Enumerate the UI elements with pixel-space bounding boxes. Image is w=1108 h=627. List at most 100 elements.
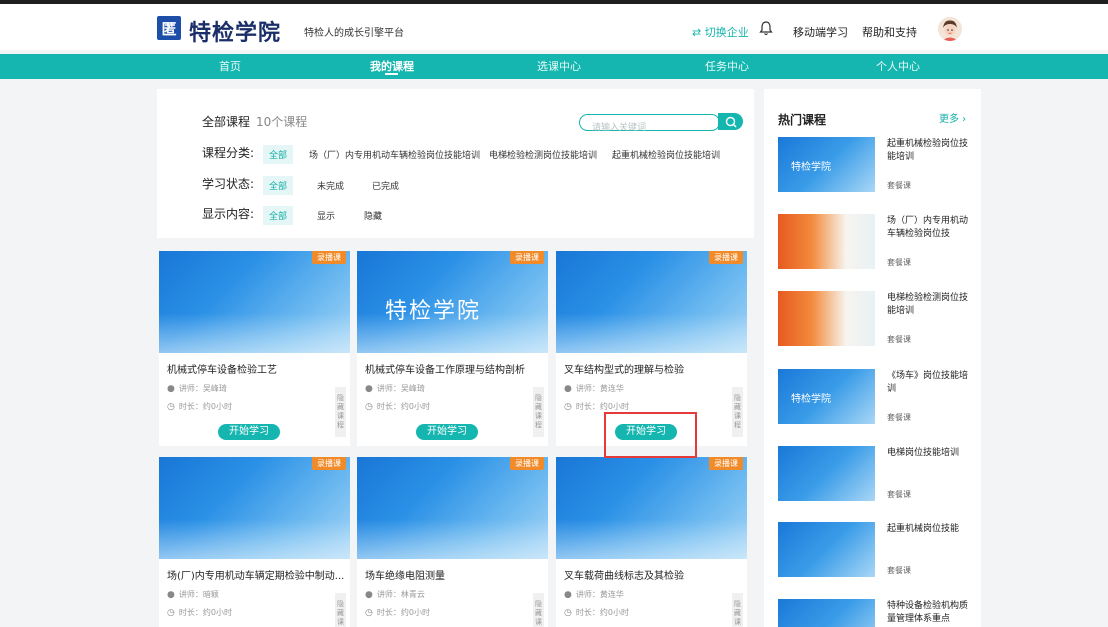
recorded-tag: 录播课 xyxy=(312,251,346,264)
course-card[interactable]: 特检学院 录播课 机械式停车设备工作原理与结构剖析 ● 讲师：吴峰琦 ◷ 时长：约0… xyxy=(357,251,548,446)
category-all[interactable]: 全部 xyxy=(263,145,294,164)
search-input[interactable] xyxy=(592,119,712,135)
lecturer: ● 讲师：吴峰琦 xyxy=(365,383,425,394)
hot-course-type: 套餐课 xyxy=(887,566,911,575)
display-hide[interactable]: 隐藏 xyxy=(364,209,382,222)
lecturer-text: 讲师：黄连华 xyxy=(575,384,624,393)
user-icon: ● xyxy=(365,589,373,600)
recorded-tag: 录播课 xyxy=(709,457,743,470)
course-title[interactable]: 场(厂)内专用机动车辆定期检验中制动... xyxy=(167,567,345,582)
duration-text: 时长：约0小时 xyxy=(575,402,629,411)
hot-course-thumbnail[interactable]: 特检学院 xyxy=(778,369,875,424)
hot-course-name[interactable]: 起重机械岗位技能 xyxy=(887,523,973,536)
start-learning-button[interactable]: 开始学习 xyxy=(218,424,280,440)
display-show[interactable]: 显示 xyxy=(317,209,335,222)
search-box xyxy=(579,114,720,135)
hot-course-thumbnail[interactable]: 特检学院 xyxy=(778,137,875,192)
course-title[interactable]: 场车绝缘电阻测量 xyxy=(365,567,543,582)
switch-enterprise-link[interactable]: ⇄ 切换企业 xyxy=(692,24,749,40)
course-title[interactable]: 叉车载荷曲线标志及其检验 xyxy=(564,567,742,582)
hot-course-thumbnail[interactable] xyxy=(778,522,875,577)
nav-my-courses[interactable]: 我的课程 xyxy=(370,54,414,79)
hot-course-type: 套餐课 xyxy=(887,258,911,267)
hot-course-name[interactable]: 起重机械检验岗位技能培训 xyxy=(887,138,973,164)
clock-icon: ◷ xyxy=(564,607,572,618)
hot-course-type: 套餐课 xyxy=(887,490,911,499)
clock-icon: ◷ xyxy=(365,607,373,618)
logo-icon: 匿 xyxy=(157,16,181,40)
mobile-learning-link[interactable]: 移动端学习 xyxy=(793,24,848,40)
duration-text: 时长：约0小时 xyxy=(376,608,430,617)
lecturer-text: 讲师：吴峰琦 xyxy=(376,384,425,393)
help-support-link[interactable]: 帮助和支持 xyxy=(862,24,917,40)
lecturer-text: 讲师：吴峰琦 xyxy=(178,384,227,393)
duration-text: 时长：约0小时 xyxy=(178,402,232,411)
duration-text: 时长：约0小时 xyxy=(575,608,629,617)
hot-course-thumbnail[interactable] xyxy=(778,214,875,269)
course-title[interactable]: 机械式停车设备检验工艺 xyxy=(167,361,345,376)
search-icon xyxy=(725,116,736,127)
course-card[interactable]: 录播课 场车绝缘电阻测量 ●讲师：林青云 ◷时长：约0小时 隐藏课程 xyxy=(357,457,548,627)
lecturer: ● 讲师：暗颖 xyxy=(167,589,219,600)
course-card[interactable]: 录播课 场(厂)内专用机动车辆定期检验中制动... ● 讲师：暗颖 ◷ 时长：约0小… xyxy=(159,457,350,627)
hide-course-tab[interactable]: 隐藏课程 xyxy=(335,593,346,627)
course-card[interactable]: 录播课 机械式停车设备检验工艺 ● 讲师：吴峰琦 ◷ 时长：约0小时 隐藏课程 开始… xyxy=(159,251,350,446)
hot-course-name[interactable]: 场（厂）内专用机动车辆检验岗位技 xyxy=(887,215,973,241)
user-icon: ● xyxy=(167,383,175,394)
status-all[interactable]: 全部 xyxy=(263,176,294,195)
course-title[interactable]: 机械式停车设备工作原理与结构剖析 xyxy=(365,361,543,376)
hot-course-thumbnail[interactable] xyxy=(778,599,875,627)
display-all[interactable]: 全部 xyxy=(263,206,294,225)
lecturer-text: 讲师：暗颖 xyxy=(178,590,219,599)
nav-course-center[interactable]: 选课中心 xyxy=(537,54,581,79)
user-icon: ● xyxy=(365,383,373,394)
hide-course-tab[interactable]: 隐藏课程 xyxy=(533,387,544,437)
course-title[interactable]: 叉车结构型式的理解与检验 xyxy=(564,361,742,376)
clock-icon: ◷ xyxy=(167,607,175,618)
hot-course-name[interactable]: 电梯检验检测岗位技能培训 xyxy=(887,292,973,318)
category-vehicle[interactable]: 场（厂）内专用机动车辆检验岗位技能培训 xyxy=(309,148,480,161)
hot-course-thumbnail[interactable] xyxy=(778,446,875,501)
hide-course-tab[interactable]: 隐藏课程 xyxy=(533,593,544,627)
hide-course-tab[interactable]: 隐藏课程 xyxy=(335,387,346,437)
recorded-tag: 录播课 xyxy=(510,251,544,264)
category-crane[interactable]: 起重机械检验岗位技能培训 xyxy=(612,148,720,161)
main-nav: 首页 我的课程 选课中心 任务中心 个人中心 xyxy=(0,54,1108,79)
duration: ◷ 时长：约0小时 xyxy=(564,401,629,412)
duration-text: 时长：约0小时 xyxy=(178,608,232,617)
status-incomplete[interactable]: 未完成 xyxy=(317,179,344,192)
user-icon: ● xyxy=(167,589,175,600)
recorded-tag: 录播课 xyxy=(510,457,544,470)
lecturer: ● 讲师：林青云 xyxy=(365,589,425,600)
user-icon: ● xyxy=(564,383,572,394)
bell-icon[interactable] xyxy=(759,20,773,36)
lecturer-text: 讲师：黄连华 xyxy=(575,590,624,599)
nav-task-center[interactable]: 任务中心 xyxy=(705,54,749,79)
hot-course-name[interactable]: 特种设备检验机构质量管理体系重点 xyxy=(887,600,973,626)
hot-course-name[interactable]: 电梯岗位技能培训 xyxy=(887,447,973,460)
status-complete[interactable]: 已完成 xyxy=(372,179,399,192)
search-button[interactable] xyxy=(718,113,743,130)
hot-course-type: 套餐课 xyxy=(887,181,911,190)
course-thumbnail xyxy=(159,251,350,353)
clock-icon: ◷ xyxy=(365,401,373,412)
hide-course-tab[interactable]: 隐藏课程 xyxy=(732,387,743,437)
lecturer: ● 讲师：黄连华 xyxy=(564,589,624,600)
hot-course-type: 套餐课 xyxy=(887,413,911,422)
thumbnail-brand: 特检学院 xyxy=(791,394,831,405)
course-card[interactable]: 录播课 叉车载荷曲线标志及其检验 ●讲师：黄连华 ◷时长：约0小时 隐藏课程 xyxy=(556,457,747,627)
nav-personal-center[interactable]: 个人中心 xyxy=(876,54,920,79)
hot-course-thumbnail[interactable] xyxy=(778,291,875,346)
hot-course-name[interactable]: 《场车》岗位技能培训 xyxy=(887,370,973,396)
category-elevator[interactable]: 电梯检验检测岗位技能培训 xyxy=(489,148,597,161)
start-learning-button[interactable]: 开始学习 xyxy=(416,424,478,440)
course-thumbnail xyxy=(357,457,548,559)
avatar-face-icon xyxy=(938,17,962,41)
logo-text[interactable]: 特检学院 xyxy=(189,15,281,47)
hide-course-tab[interactable]: 隐藏课程 xyxy=(732,593,743,627)
header: 匿 特检学院 特检人的成长引擎平台 ⇄ 切换企业 移动端学习 帮助和支持 xyxy=(0,4,1108,50)
duration: ◷ 时长：约0小时 xyxy=(365,401,430,412)
avatar[interactable] xyxy=(938,17,962,41)
more-link[interactable]: 更多 › xyxy=(939,110,966,125)
nav-home[interactable]: 首页 xyxy=(219,54,241,79)
